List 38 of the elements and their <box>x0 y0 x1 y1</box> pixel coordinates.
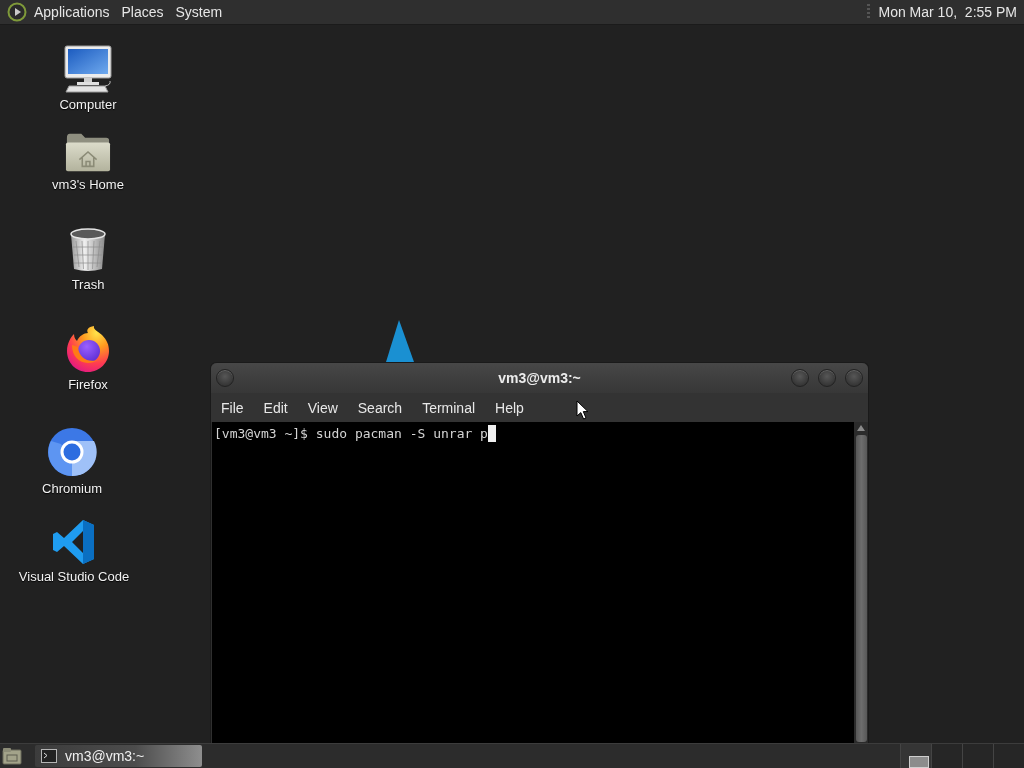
trash-icon[interactable] <box>68 227 108 273</box>
text-cursor-icon <box>487 425 496 442</box>
window-title: vm3@vm3:~ <box>498 370 581 386</box>
terminal-output[interactable]: [vm3@vm3 ~]$ sudo pacman -S unrar p <box>212 422 854 743</box>
panel-menu[interactable]: Applications <box>28 2 116 22</box>
taskbar-window-button[interactable]: vm3@vm3:~ <box>35 745 202 767</box>
desktop-icon-label[interactable]: Firefox <box>68 377 108 393</box>
scroll-up-arrow-icon[interactable] <box>856 424 866 432</box>
computer-icon[interactable] <box>63 45 113 93</box>
mouse-pointer-icon <box>576 400 589 420</box>
scrollbar[interactable] <box>854 422 868 743</box>
triangle-logo-icon <box>386 320 414 362</box>
menu-item[interactable]: View <box>297 396 348 419</box>
menu-item[interactable]: File <box>211 396 254 419</box>
workspace-button[interactable] <box>900 744 931 768</box>
scrollbar-thumb[interactable] <box>855 435 867 742</box>
terminal-line: [vm3@vm3 ~]$ sudo pacman -S unrar p <box>214 425 488 442</box>
vscode-icon[interactable] <box>51 519 97 565</box>
panel-menu[interactable]: System <box>169 2 229 22</box>
show-desktop-icon[interactable] <box>2 747 22 765</box>
desktop-icon-label[interactable]: Computer <box>59 97 117 113</box>
menu-item[interactable]: Search <box>347 396 413 419</box>
desktop-icon-label[interactable]: vm3's Home <box>52 177 124 193</box>
desktop-icon-label[interactable]: Chromium <box>42 481 102 497</box>
home-folder-icon[interactable] <box>65 131 111 173</box>
firefox-icon[interactable] <box>64 325 112 373</box>
desktop-icon-label[interactable]: Trash <box>71 277 105 293</box>
menu-item[interactable]: Terminal <box>412 396 486 419</box>
menu-item[interactable]: Help <box>485 396 534 419</box>
panel-grip-icon[interactable] <box>867 4 871 20</box>
chromium-icon[interactable] <box>47 427 97 477</box>
clock[interactable]: Mon Mar 10, 2:55 PM <box>870 2 1024 22</box>
mini-window-icon <box>909 756 929 768</box>
play-circle-icon[interactable] <box>7 2 27 22</box>
terminal-icon <box>41 749 57 763</box>
desktop-icon-label[interactable]: Visual Studio Code <box>18 569 130 585</box>
menu-item[interactable]: Edit <box>253 396 298 419</box>
panel-menu[interactable]: Places <box>115 2 170 22</box>
